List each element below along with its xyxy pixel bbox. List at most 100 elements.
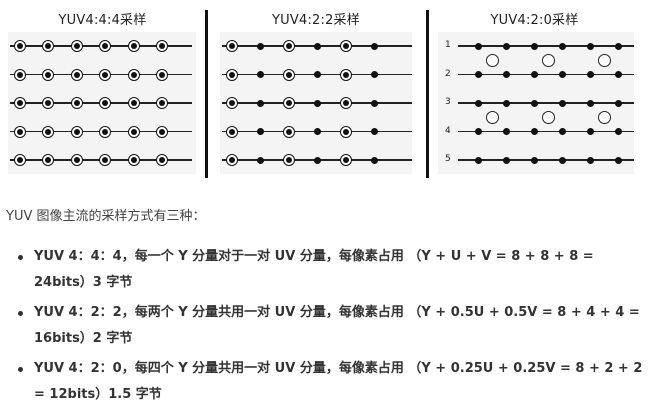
y-sample — [73, 128, 80, 135]
y-sample — [474, 156, 482, 164]
list-item-420-line2: = 12bits）1.5 字节 — [34, 387, 162, 402]
uv-sample — [485, 110, 499, 124]
y-sample — [17, 100, 23, 106]
y-sample — [159, 157, 165, 163]
sampling-figure: YUV4:4:4采样 YUV4:2:2采样 YUV4:2:0采样 1 2 3 4 5 — [0, 0, 655, 190]
y-sample — [73, 100, 80, 106]
y-sample — [370, 42, 378, 50]
y-sample — [530, 42, 538, 50]
y-sample — [159, 43, 165, 49]
y-sample — [474, 42, 482, 50]
y-sample — [159, 100, 165, 106]
panel-yuv422: YUV4:2:2采样 — [212, 0, 420, 182]
y-sample — [256, 71, 264, 78]
y-sample — [558, 128, 566, 135]
panel-yuv420: YUV4:2:0采样 1 2 3 4 5 — [432, 0, 637, 182]
y-sample — [530, 99, 538, 107]
y-sample — [17, 128, 23, 135]
y-sample — [285, 157, 292, 163]
row-number: 1 — [445, 40, 451, 50]
y-sample — [586, 42, 594, 50]
y-sample — [130, 128, 137, 135]
sample-row-line — [458, 73, 634, 76]
panel-yuv444: YUV4:4:4采样 — [0, 0, 205, 182]
y-sample — [474, 99, 482, 107]
y-sample — [285, 100, 292, 106]
y-sample — [614, 71, 622, 78]
y-sample — [586, 156, 594, 164]
y-sample — [370, 99, 378, 107]
list-item-422-line2: 16bits）2 字节 — [34, 331, 133, 346]
y-sample — [159, 71, 165, 78]
y-sample — [229, 157, 235, 163]
list-item-420: YUV 4：2：0，每四个 Y 分量共用一对 UV 分量，每像素占用 （Y + … — [18, 356, 649, 408]
uv-sample — [597, 53, 611, 67]
y-sample — [229, 43, 235, 49]
sampling-list: YUV 4：4：4，每一个 Y 分量对于一对 UV 分量，每像素占用 （Y + … — [0, 244, 649, 412]
y-sample — [342, 100, 349, 106]
y-sample — [45, 128, 52, 135]
y-sample — [474, 71, 482, 78]
y-sample — [313, 42, 321, 50]
y-sample — [614, 156, 622, 164]
row-number: 2 — [445, 68, 451, 79]
y-sample — [342, 43, 349, 49]
y-sample — [530, 128, 538, 135]
y-sample — [502, 99, 510, 107]
y-sample — [370, 128, 378, 135]
y-sample — [102, 128, 109, 135]
list-item-444-line2: 24bits）3 字节 — [34, 275, 133, 290]
y-sample — [558, 71, 566, 78]
panel-title-444: YUV4:4:4采样 — [58, 13, 147, 28]
list-item-420-line1: YUV 4：2：0，每四个 Y 分量共用一对 UV 分量，每像素占用 （Y + … — [34, 361, 643, 376]
y-sample — [586, 71, 594, 78]
y-sample — [614, 128, 622, 135]
y-sample — [285, 128, 292, 135]
y-sample — [102, 71, 109, 78]
list-item-422: YUV 4：2：2，每两个 Y 分量共用一对 UV 分量，每像素占用 （Y + … — [18, 300, 649, 352]
y-sample — [229, 128, 235, 135]
y-sample — [73, 43, 80, 49]
y-sample — [313, 156, 321, 164]
y-sample — [502, 71, 510, 78]
panel-title-422: YUV4:2:2采样 — [272, 13, 360, 28]
y-sample — [502, 128, 510, 135]
sample-row-line — [458, 102, 634, 104]
list-item-444: YUV 4：4：4，每一个 Y 分量对于一对 UV 分量，每像素占用 （Y + … — [18, 244, 649, 296]
y-sample — [502, 42, 510, 50]
y-sample — [73, 71, 80, 78]
y-sample — [45, 71, 52, 78]
intro-text: YUV 图像主流的采样方式有三种： — [6, 209, 206, 224]
y-sample — [256, 128, 264, 135]
y-sample — [370, 71, 378, 78]
row-number: 5 — [445, 154, 451, 164]
y-sample — [313, 71, 321, 78]
y-sample — [285, 71, 292, 78]
y-sample — [313, 99, 321, 107]
y-sample — [474, 128, 482, 135]
y-sample — [502, 156, 510, 164]
y-sample — [285, 43, 292, 49]
y-sample — [342, 157, 349, 163]
sample-row-line — [458, 130, 634, 133]
sample-row-line — [458, 45, 634, 47]
row-number: 3 — [445, 97, 451, 107]
y-sample — [229, 71, 235, 78]
y-sample — [586, 128, 594, 135]
y-sample — [558, 156, 566, 164]
y-sample — [342, 128, 349, 135]
y-sample — [130, 43, 137, 49]
uv-sample — [541, 53, 555, 67]
y-sample — [73, 157, 80, 163]
y-sample — [558, 42, 566, 50]
y-sample — [17, 43, 23, 49]
uv-sample — [485, 53, 499, 67]
y-sample — [17, 157, 23, 163]
y-sample — [256, 99, 264, 107]
y-sample — [130, 71, 137, 78]
y-sample — [614, 99, 622, 107]
y-sample — [614, 42, 622, 50]
y-sample — [313, 128, 321, 135]
y-sample — [530, 71, 538, 78]
list-item-422-line1: YUV 4：2：2，每两个 Y 分量共用一对 UV 分量，每像素占用 （Y + … — [34, 305, 640, 320]
